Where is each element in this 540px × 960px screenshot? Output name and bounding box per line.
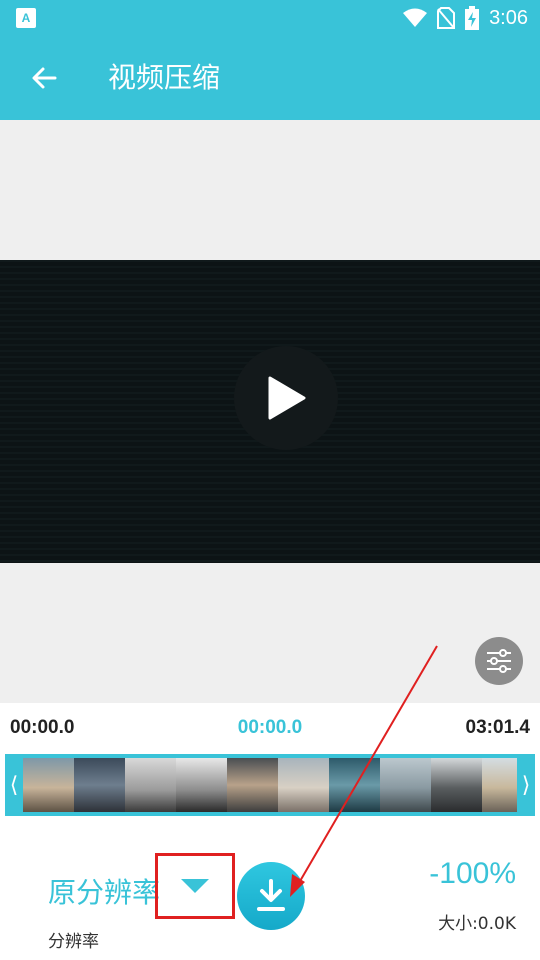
output-size: 大小:0.0K (438, 914, 516, 934)
status-bar: A 3:06 (0, 0, 540, 36)
resolution-dropdown[interactable] (155, 853, 235, 919)
resolution-label: 分辨率 (48, 932, 99, 952)
thumbnail-row (23, 758, 517, 812)
frame-thumbnail (227, 758, 278, 812)
arrow-left-icon (32, 67, 57, 89)
timeline-panel: 00:00.0 00:00.0 03:01.4 ⟨ ⟩ 原分辨率 分辨率 -10… (0, 703, 540, 960)
frame-thumbnail (482, 758, 517, 812)
status-time: 3:06 (489, 6, 528, 29)
frame-thumbnail (23, 758, 74, 812)
app-toolbar: 视频压缩 (0, 36, 540, 120)
video-preview-area (0, 120, 540, 703)
wifi-icon (403, 8, 428, 27)
page-title: 视频压缩 (108, 61, 221, 94)
app-notification-icon: A (16, 8, 36, 28)
back-button[interactable] (24, 58, 64, 98)
export-button[interactable] (237, 862, 305, 930)
video-player[interactable] (0, 260, 540, 563)
battery-charging-icon (465, 6, 480, 30)
frame-thumbnail (380, 758, 431, 812)
play-button[interactable] (234, 346, 338, 450)
frame-thumbnail (125, 758, 176, 812)
end-time: 03:01.4 (465, 717, 530, 738)
frame-thumbnail (176, 758, 227, 812)
no-sim-icon (437, 7, 456, 29)
frame-strip[interactable]: ⟨ ⟩ (5, 754, 535, 816)
frame-thumbnail (74, 758, 125, 812)
sliders-icon (487, 649, 511, 673)
resolution-value[interactable]: 原分辨率 (48, 871, 160, 911)
trim-handle-right[interactable]: ⟩ (517, 754, 535, 816)
frame-thumbnail (278, 758, 329, 812)
trim-handle-left[interactable]: ⟨ (5, 754, 23, 816)
frame-thumbnail (329, 758, 380, 812)
caret-down-icon (181, 879, 209, 893)
settings-button[interactable] (475, 637, 523, 685)
download-icon (257, 879, 285, 911)
status-icons: 3:06 (403, 0, 528, 36)
current-time: 00:00.0 (237, 717, 303, 738)
compression-percent: -100% (429, 857, 516, 890)
play-icon (268, 376, 306, 420)
frame-thumbnail (431, 758, 482, 812)
